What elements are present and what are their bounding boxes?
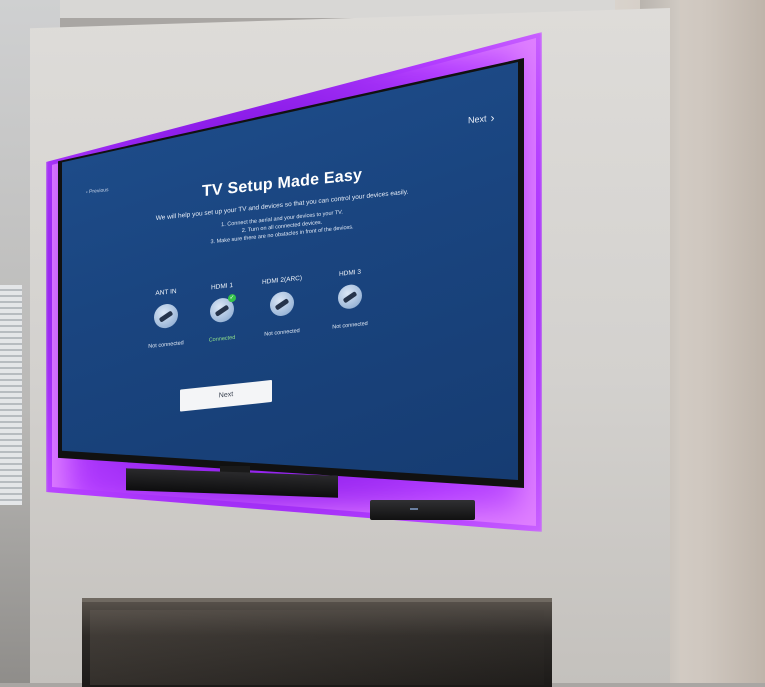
fireplace-glass — [90, 610, 544, 685]
port-label: HDMI 1 — [210, 282, 234, 292]
port-label: ANT IN — [155, 287, 177, 298]
cable-icon: ✓ — [210, 293, 236, 324]
port-hdmi-2-arc[interactable]: HDMI 2(ARC) Not connected — [254, 274, 310, 339]
next-button[interactable]: Next — [180, 379, 272, 412]
port-status: Connected — [208, 334, 236, 344]
next-link-label: Next — [468, 113, 487, 126]
window-blinds — [0, 285, 22, 505]
port-status: Not connected — [332, 320, 368, 331]
port-status: Not connected — [264, 328, 300, 338]
cable-icon — [154, 302, 178, 330]
port-status: Not connected — [148, 340, 184, 350]
check-icon: ✓ — [228, 293, 236, 303]
port-list: ANT IN Not connected HDMI 1 ✓ Connected … — [138, 265, 398, 382]
port-hdmi-1[interactable]: HDMI 1 ✓ Connected — [194, 280, 250, 345]
port-ant-in[interactable]: ANT IN Not connected — [138, 286, 194, 351]
chevron-right-icon: › — [490, 110, 495, 125]
port-hdmi-3[interactable]: HDMI 3 Not connected — [322, 267, 378, 332]
next-link[interactable]: Next › — [468, 110, 495, 126]
fireplace — [82, 598, 552, 687]
port-label: HDMI 2(ARC) — [261, 274, 303, 286]
set-top-box — [370, 500, 475, 520]
cable-icon — [270, 290, 294, 318]
port-label: HDMI 3 — [338, 268, 362, 278]
status-led — [410, 508, 418, 510]
cable-icon — [338, 283, 362, 310]
